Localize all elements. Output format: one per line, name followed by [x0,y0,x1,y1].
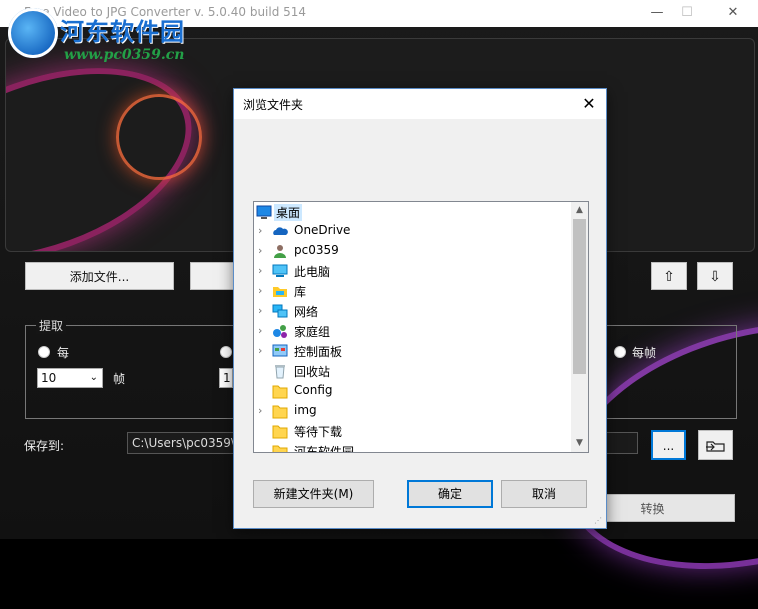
tree-item[interactable]: 回收站 [254,361,572,381]
tree-item-label: 库 [294,285,307,299]
tree-item[interactable]: › 家庭组 [254,321,572,341]
folder-icon [272,443,288,452]
network-icon [272,303,288,319]
save-to-label: 保存到: [24,439,65,453]
expand-chevron-icon[interactable]: › [258,244,268,258]
user-icon [272,243,288,259]
decorative-glow [116,94,202,180]
frame-count-select[interactable]: 10 ⌄ [37,368,103,388]
cancel-button[interactable]: 取消 [501,480,587,508]
dialog-titlebar: 浏览文件夹 ✕ [234,89,606,119]
tree-item[interactable]: 河东软件园 [254,441,572,453]
tree-item[interactable]: Config [254,381,572,401]
seconds-radio[interactable] [220,346,232,358]
save-path-input[interactable]: C:\Users\pc0359\P [127,432,237,454]
tree-item-label: img [294,403,317,417]
browse-folder-dialog: 浏览文件夹 ✕ 桌面 › OneDrive › pc0359 › 此电脑 › 库 › 网络 › 家庭组 ›… [233,88,607,529]
scroll-down-icon[interactable]: ▼ [571,435,588,452]
scrollbar-thumb[interactable] [573,219,586,374]
seconds-input[interactable]: 1 [219,368,233,388]
tree-item[interactable]: › 控制面板 [254,341,572,361]
frames-label: 帧 [113,372,126,386]
close-button[interactable]: ✕ [718,3,748,23]
control-panel-icon [272,343,288,359]
seconds-value: 1 [223,371,231,385]
frame-count-value: 10 [41,371,57,385]
folder-icon [272,403,288,419]
browse-button[interactable]: ... [651,430,686,460]
dialog-title: 浏览文件夹 [243,98,304,112]
tree-item[interactable]: › OneDrive [254,221,572,241]
per-frame-label: 每帧 [632,346,657,360]
maximize-button[interactable]: ☐ [672,3,702,23]
resize-grip-icon[interactable]: ⋰ [594,516,604,526]
dialog-close-button[interactable]: ✕ [578,93,600,115]
extract-group-label: 提取 [36,317,67,334]
expand-chevron-icon[interactable]: › [258,404,268,418]
expand-chevron-icon[interactable]: › [258,224,268,238]
expand-chevron-icon[interactable]: › [258,284,268,298]
folder-tree[interactable]: 桌面 › OneDrive › pc0359 › 此电脑 › 库 › 网络 › 家庭组 › 控制面板 回收站 C… [253,201,589,453]
tree-item-label: 此电脑 [294,265,331,279]
tree-item[interactable]: 桌面 [254,202,572,222]
tree-item[interactable]: › pc0359 [254,241,572,261]
chevron-down-icon: ⌄ [89,372,98,383]
second-toolbar-button[interactable] [190,262,234,290]
expand-chevron-icon[interactable]: › [258,344,268,358]
tree-item-label: 回收站 [294,365,331,379]
add-files-button[interactable]: 添加文件... [25,262,174,290]
every-radio[interactable] [38,346,50,358]
every-label: 每 [57,346,70,360]
save-path-input-tail[interactable] [606,432,638,454]
move-up-icon[interactable]: ⇧ [651,262,687,290]
tree-item-label: 控制面板 [294,345,343,359]
watermark-logo-icon [8,8,58,58]
per-frame-radio[interactable] [614,346,626,358]
tree-scrollbar[interactable]: ▲ ▼ [571,202,588,452]
tree-item[interactable]: › img [254,401,572,421]
recycle-bin-icon [272,363,288,379]
tree-item[interactable]: 等待下载 [254,421,572,441]
folder-icon [272,383,288,399]
watermark-url: www.pc0359.cn [64,47,185,63]
computer-icon [272,263,288,279]
homegroup-icon [272,323,288,339]
tree-item-label: 桌面 [274,204,303,221]
tree-item-label: 等待下载 [294,425,343,439]
expand-chevron-icon[interactable]: › [258,304,268,318]
tree-item-label: Config [294,383,333,397]
scroll-up-icon[interactable]: ▲ [571,202,588,219]
new-folder-button[interactable]: 新建文件夹(M) [253,480,374,508]
desktop-icon [256,204,272,220]
tree-item-label: 网络 [294,305,319,319]
move-down-icon[interactable]: ⇩ [697,262,733,290]
tree-item-label: 河东软件园 [294,445,355,453]
tree-item[interactable]: › 网络 [254,301,572,321]
tree-item-label: OneDrive [294,223,351,237]
folder-icon [272,423,288,439]
tree-item[interactable]: › 库 [254,281,572,301]
ok-button[interactable]: 确定 [407,480,493,508]
tree-item-label: 家庭组 [294,325,331,339]
folder-arrow-icon [705,441,725,452]
expand-chevron-icon[interactable]: › [258,324,268,338]
watermark-name: 河东软件园 [60,17,185,46]
tree-item[interactable]: › 此电脑 [254,261,572,281]
library-icon [272,283,288,299]
tree-item-label: pc0359 [294,243,339,257]
minimize-button[interactable]: — [642,3,672,23]
expand-chevron-icon[interactable]: › [258,264,268,278]
onedrive-icon [272,223,288,239]
open-folder-button[interactable] [698,430,733,460]
